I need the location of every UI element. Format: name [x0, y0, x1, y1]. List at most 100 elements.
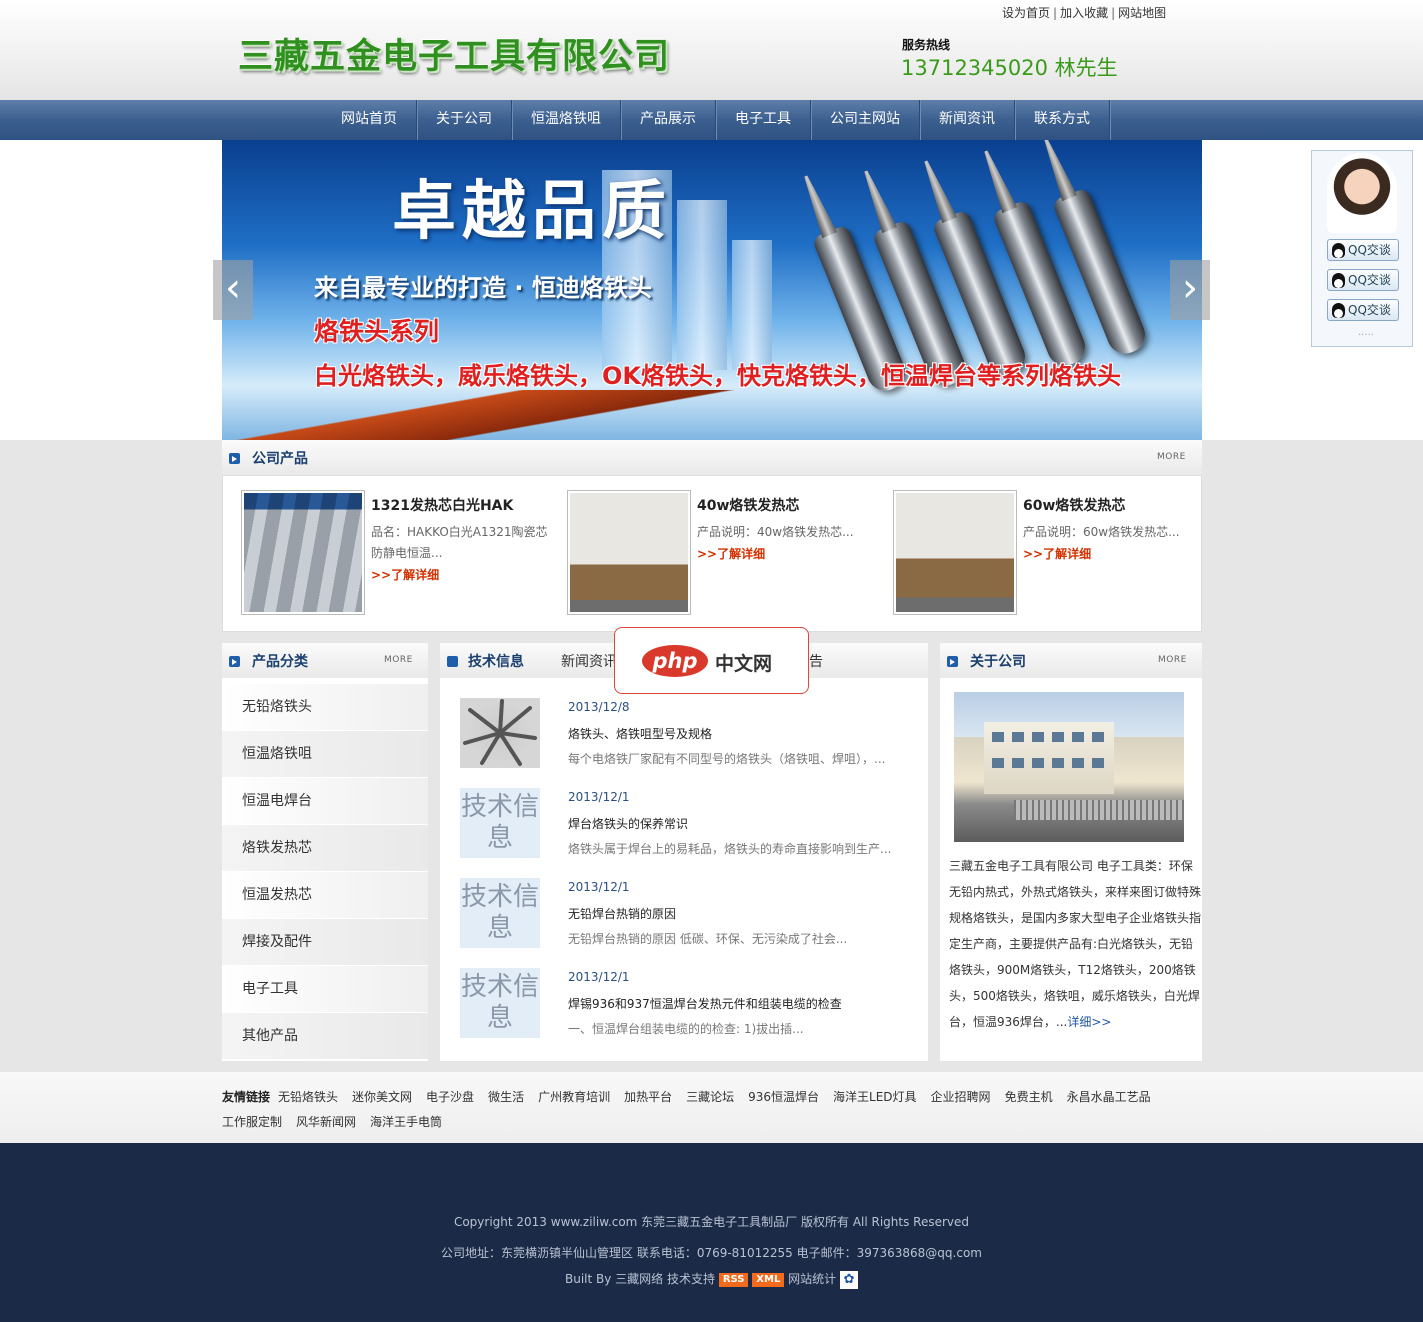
- news-title[interactable]: 焊台烙铁头的保养常识: [568, 815, 688, 832]
- friend-link[interactable]: 工作服定制: [222, 1115, 282, 1129]
- qq-chat-button[interactable]: QQ交谈: [1327, 269, 1399, 291]
- nav-item-news[interactable]: 新闻资讯: [920, 100, 1015, 140]
- site-stats-link[interactable]: 网站统计: [788, 1272, 836, 1286]
- news-thumbnail-placeholder[interactable]: 技术信息: [460, 788, 540, 858]
- category-item[interactable]: 烙铁发热芯: [222, 825, 428, 872]
- nav-item-products[interactable]: 产品展示: [621, 100, 716, 140]
- soldering-tips-image: [463, 699, 537, 766]
- category-item[interactable]: 焊接及配件: [222, 919, 428, 966]
- category-item[interactable]: 恒温烙铁咀: [222, 731, 428, 778]
- friend-link[interactable]: 企业招聘网: [931, 1090, 991, 1104]
- chevron-right-icon: ›: [1182, 265, 1198, 311]
- building-graphic: [732, 240, 772, 370]
- friend-link[interactable]: 迷你美文网: [352, 1090, 412, 1104]
- more-link[interactable]: MORE: [1157, 452, 1186, 462]
- category-item[interactable]: 恒温电焊台: [222, 778, 428, 825]
- support-avatar: [1327, 153, 1397, 233]
- qq-chat-button[interactable]: QQ交谈: [1327, 299, 1399, 321]
- section-title: 产品分类: [252, 654, 308, 670]
- friend-link[interactable]: 永昌水晶工艺品: [1067, 1090, 1151, 1104]
- about-panel: 三藏五金电子工具有限公司 电子工具类：环保无铅内热式，外热式烙铁头，来样来图订做…: [940, 678, 1202, 1061]
- product-description: 产品说明：60w烙铁发热芯...: [1023, 525, 1180, 539]
- tab-news[interactable]: 新闻资讯: [561, 651, 617, 671]
- banner-next-button[interactable]: ›: [1170, 260, 1210, 320]
- category-item[interactable]: 恒温发热芯: [222, 872, 428, 919]
- nav-item-soldering-tips[interactable]: 恒温烙铁咀: [512, 100, 621, 140]
- qq-chat-button[interactable]: QQ交谈: [1327, 239, 1399, 261]
- hotline-number: 13712345020 林先生: [901, 56, 1118, 80]
- tech-info-list: 2013/12/8 烙铁头、烙铁咀型号及规格 每个电烙铁厂家配有不同型号的烙铁头…: [440, 678, 928, 1061]
- tab-tech-info[interactable]: 技术信息: [468, 651, 524, 671]
- product-name[interactable]: 40w烙铁发热芯: [697, 495, 799, 515]
- news-thumbnail-placeholder[interactable]: 技术信息: [460, 878, 540, 948]
- friend-link[interactable]: 电子沙盘: [426, 1090, 474, 1104]
- rss-icon[interactable]: RSS: [718, 1272, 749, 1287]
- product-detail-link[interactable]: >>了解详细: [1023, 545, 1091, 562]
- product-card[interactable]: 1321发热芯白光HAK 品名：HAKKO白光A1321陶瓷芯防静电恒温... …: [241, 490, 561, 615]
- more-link[interactable]: MORE: [1158, 655, 1187, 665]
- category-item[interactable]: 电子工具: [222, 966, 428, 1013]
- nav-item-about[interactable]: 关于公司: [417, 100, 512, 140]
- nav-item-main-site[interactable]: 公司主网站: [811, 100, 920, 140]
- sitemap-link[interactable]: 网站地图: [1118, 6, 1166, 20]
- nav-item-electronic-tools[interactable]: 电子工具: [716, 100, 811, 140]
- qq-chat-label: QQ交谈: [1348, 273, 1391, 287]
- friend-link[interactable]: 海洋王手电筒: [370, 1115, 442, 1129]
- product-description: 品名：HAKKO白光A1321陶瓷芯防静电恒温...: [371, 525, 548, 560]
- friend-link[interactable]: 微生活: [488, 1090, 524, 1104]
- hero-banner[interactable]: 卓越品质 来自最专业的打造 · 恒迪烙铁头 烙铁头系列 白光烙铁头，威乐烙铁头，…: [222, 140, 1202, 440]
- factory-photo[interactable]: [954, 692, 1184, 842]
- xml-icon[interactable]: XML: [752, 1272, 785, 1287]
- news-thumbnail-placeholder[interactable]: 技术信息: [460, 968, 540, 1038]
- product-image[interactable]: [567, 490, 691, 615]
- add-favorite-link[interactable]: 加入收藏: [1060, 6, 1108, 20]
- banner-prev-button[interactable]: ‹: [213, 260, 253, 320]
- news-summary: 烙铁头属于焊台上的易耗品，烙铁头的寿命直接影响到生产...: [568, 842, 892, 856]
- about-header: 关于公司 MORE: [940, 643, 1202, 678]
- product-card[interactable]: 40w烙铁发热芯 产品说明：40w烙铁发热芯... >>了解详细: [567, 490, 887, 615]
- friend-link[interactable]: 免费主机: [1005, 1090, 1053, 1104]
- more-link[interactable]: MORE: [384, 655, 413, 665]
- news-thumbnail[interactable]: [460, 698, 540, 768]
- news-item[interactable]: 技术信息 2013/12/1 无铅焊台热销的原因 无铅焊台热销的原因 低碳、环保…: [460, 878, 920, 950]
- site-footer: Copyright 2013 www.ziliw.com 东莞三藏五金电子工具制…: [0, 1143, 1423, 1322]
- news-item[interactable]: 技术信息 2013/12/1 焊台烙铁头的保养常识 烙铁头属于焊台上的易耗品，烙…: [460, 788, 920, 860]
- news-title[interactable]: 焊锡936和937恒温焊台发热元件和组装电缆的检查: [568, 995, 842, 1012]
- news-summary: 每个电烙铁厂家配有不同型号的烙铁头（烙铁咀、焊咀），...: [568, 752, 886, 766]
- category-item[interactable]: 无铅烙铁头: [222, 684, 428, 731]
- product-name[interactable]: 60w烙铁发热芯: [1023, 495, 1125, 515]
- product-name[interactable]: 1321发热芯白光HAK: [371, 495, 513, 515]
- product-detail-link[interactable]: >>了解详细: [697, 545, 765, 562]
- set-homepage-link[interactable]: 设为首页: [1002, 6, 1050, 20]
- nav-item-contact[interactable]: 联系方式: [1015, 100, 1110, 140]
- product-image[interactable]: [893, 490, 1017, 615]
- about-detail-link[interactable]: 详细>>: [1067, 1015, 1111, 1029]
- category-item[interactable]: 其他产品: [222, 1013, 428, 1060]
- news-title[interactable]: 无铅焊台热销的原因: [568, 905, 676, 922]
- friend-link[interactable]: 风华新闻网: [296, 1115, 356, 1129]
- friend-link[interactable]: 加热平台: [624, 1090, 672, 1104]
- section-bullet-icon: [947, 656, 958, 667]
- news-date: 2013/12/1: [568, 970, 630, 984]
- banner-series: 烙铁头系列: [314, 317, 440, 346]
- news-item[interactable]: 技术信息 2013/12/1 焊锡936和937恒温焊台发热元件和组装电缆的检查…: [460, 968, 920, 1040]
- friend-link[interactable]: 无铅烙铁头: [278, 1090, 338, 1104]
- news-date: 2013/12/1: [568, 790, 630, 804]
- qq-penguin-icon: [1332, 243, 1345, 258]
- friend-link[interactable]: 海洋王LED灯具: [833, 1090, 917, 1104]
- news-title[interactable]: 烙铁头、烙铁咀型号及规格: [568, 725, 712, 742]
- banner-product-list: 白光烙铁头，威乐烙铁头，OK烙铁头，快克烙铁头，恒温焊台等系列烙铁头: [314, 362, 1121, 390]
- contact-info-text: 公司地址：东莞横沥镇半仙山管理区 联系电话：0769-81012255 电子邮件…: [441, 1246, 982, 1260]
- friend-link[interactable]: 936恒温焊台: [748, 1090, 819, 1104]
- friend-link[interactable]: 三藏论坛: [686, 1090, 734, 1104]
- baidu-paw-icon[interactable]: ✿: [840, 1270, 859, 1289]
- nav-item-home[interactable]: 网站首页: [322, 100, 417, 140]
- copyright-text: Copyright 2013 www.ziliw.com 东莞三藏五金电子工具制…: [453, 1215, 970, 1229]
- product-image[interactable]: [241, 490, 365, 615]
- news-item[interactable]: 2013/12/8 烙铁头、烙铁咀型号及规格 每个电烙铁厂家配有不同型号的烙铁头…: [460, 698, 920, 770]
- product-card[interactable]: 60w烙铁发热芯 产品说明：60w烙铁发热芯... >>了解详细: [893, 490, 1213, 615]
- qq-chat-label: QQ交谈: [1348, 303, 1391, 317]
- site-logo[interactable]: 三藏五金电子工具有限公司: [238, 28, 670, 79]
- friend-link[interactable]: 广州教育培训: [538, 1090, 610, 1104]
- product-detail-link[interactable]: >>了解详细: [371, 566, 439, 583]
